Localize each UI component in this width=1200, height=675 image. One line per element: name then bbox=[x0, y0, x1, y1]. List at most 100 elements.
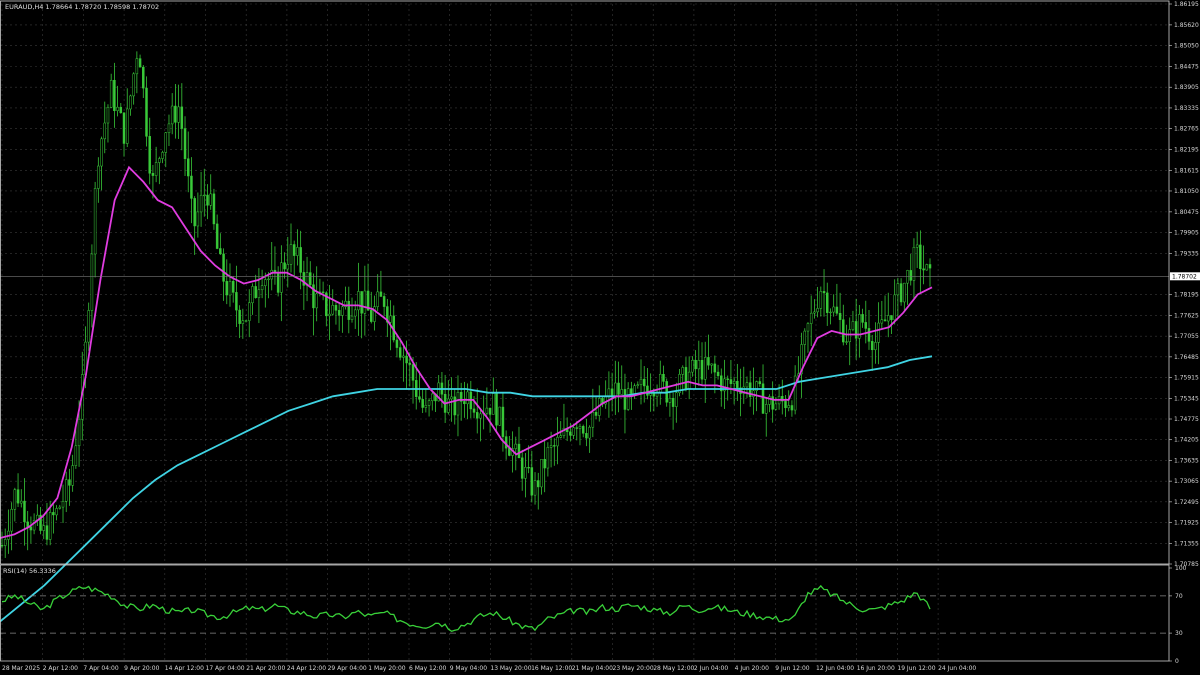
candle-body bbox=[129, 95, 132, 110]
rsi-tick-label: 30 bbox=[1175, 630, 1183, 637]
candle-body bbox=[10, 508, 13, 532]
candle-body bbox=[68, 479, 71, 486]
candle-body bbox=[816, 308, 819, 313]
candle-body bbox=[148, 136, 151, 174]
time-tick-label: 16 Jun 20:00 bbox=[857, 665, 895, 672]
candle-body bbox=[681, 367, 684, 375]
price-tick-label: 1.86195 bbox=[1174, 1, 1199, 8]
candle-body bbox=[299, 247, 302, 273]
candle-body bbox=[170, 105, 174, 125]
time-tick-label: 12 Jun 04:00 bbox=[816, 665, 854, 672]
candle-body bbox=[867, 328, 871, 342]
candle-body bbox=[215, 223, 219, 249]
candle-body bbox=[626, 388, 630, 410]
price-tick-label: 1.85620 bbox=[1174, 22, 1199, 29]
candle-body bbox=[264, 279, 267, 286]
candle-body bbox=[585, 433, 588, 439]
price-tick-label: 1.74205 bbox=[1174, 437, 1199, 444]
candle-body bbox=[790, 405, 794, 411]
candle-body bbox=[421, 399, 424, 408]
candle-body bbox=[922, 268, 925, 271]
candle-body bbox=[145, 87, 148, 137]
candle-body bbox=[707, 357, 710, 366]
candle-body bbox=[190, 175, 193, 199]
candle-body bbox=[784, 400, 787, 409]
candle-body bbox=[161, 152, 164, 159]
candle-body bbox=[649, 393, 652, 396]
candle-body bbox=[328, 313, 331, 317]
candle-body bbox=[296, 247, 299, 256]
candle-body bbox=[196, 211, 200, 227]
time-tick-label: 9 Jun 12:00 bbox=[775, 665, 809, 672]
candle-body bbox=[347, 300, 351, 320]
candle-body bbox=[607, 388, 611, 397]
candle-body bbox=[764, 404, 768, 414]
candle-body bbox=[713, 363, 717, 373]
candle-body bbox=[832, 306, 835, 313]
candle-body bbox=[536, 480, 540, 488]
candle-body bbox=[93, 188, 97, 255]
candle-body bbox=[235, 292, 238, 311]
rsi-tick-label: 0 bbox=[1175, 658, 1179, 665]
candle-body bbox=[620, 389, 623, 395]
candle-body bbox=[466, 391, 469, 405]
candle-body bbox=[411, 364, 415, 381]
candle-body bbox=[517, 443, 521, 459]
candle-body bbox=[809, 312, 813, 324]
candle-body bbox=[556, 437, 559, 447]
candle-body bbox=[520, 457, 524, 479]
candle-body bbox=[540, 459, 543, 488]
time-tick-label: 9 Apr 20:00 bbox=[124, 665, 159, 672]
candle-body bbox=[906, 270, 909, 284]
candle-body bbox=[119, 106, 123, 114]
candle-body bbox=[154, 162, 158, 176]
candle-body bbox=[244, 320, 248, 322]
candle-body bbox=[45, 525, 49, 540]
candle-body bbox=[74, 445, 78, 466]
time-tick-label: 4 Jun 20:00 bbox=[735, 665, 769, 672]
candle-body bbox=[732, 380, 736, 385]
candle-body bbox=[321, 291, 325, 294]
candle-body bbox=[64, 479, 68, 502]
candle-body bbox=[475, 412, 479, 419]
candle-body bbox=[633, 385, 636, 394]
candle-body bbox=[402, 355, 405, 358]
candle-body bbox=[694, 359, 697, 370]
candle-body bbox=[77, 418, 81, 447]
candle-body bbox=[225, 281, 229, 296]
candle-body bbox=[251, 286, 254, 304]
price-tick-label: 1.80475 bbox=[1174, 209, 1199, 216]
candle-body bbox=[100, 138, 103, 167]
price-tick-label: 1.82195 bbox=[1174, 146, 1199, 153]
candle-body bbox=[58, 506, 62, 509]
candle-body bbox=[671, 397, 675, 407]
price-tick-label: 1.79905 bbox=[1174, 230, 1199, 237]
candle-body bbox=[87, 310, 90, 343]
candle-body bbox=[418, 396, 421, 400]
time-tick-label: 24 Jun 04:00 bbox=[938, 665, 976, 672]
candle-body bbox=[870, 341, 874, 351]
time-tick-label: 21 Apr 20:00 bbox=[246, 665, 285, 672]
candle-body bbox=[113, 79, 116, 111]
candle-body bbox=[55, 508, 58, 516]
candle-body bbox=[125, 108, 129, 144]
candle-body bbox=[222, 253, 225, 282]
candle-body bbox=[553, 445, 556, 447]
price-tick-label: 1.75345 bbox=[1174, 395, 1199, 402]
candle-body bbox=[822, 291, 826, 294]
candle-body bbox=[103, 122, 107, 140]
candle-body bbox=[219, 248, 222, 255]
candle-body bbox=[890, 315, 893, 321]
price-tick-label: 1.73065 bbox=[1174, 478, 1199, 485]
candle-body bbox=[492, 393, 495, 415]
candle-body bbox=[257, 289, 261, 298]
candle-body bbox=[668, 397, 672, 403]
candle-body bbox=[193, 198, 196, 227]
candle-body bbox=[238, 309, 241, 324]
candle-body bbox=[270, 269, 273, 280]
candle-body bbox=[309, 272, 312, 285]
candle-body bbox=[874, 342, 877, 351]
candle-body bbox=[594, 411, 598, 416]
candle-body bbox=[617, 382, 620, 395]
rsi-tick-label: 100 bbox=[1175, 565, 1187, 572]
